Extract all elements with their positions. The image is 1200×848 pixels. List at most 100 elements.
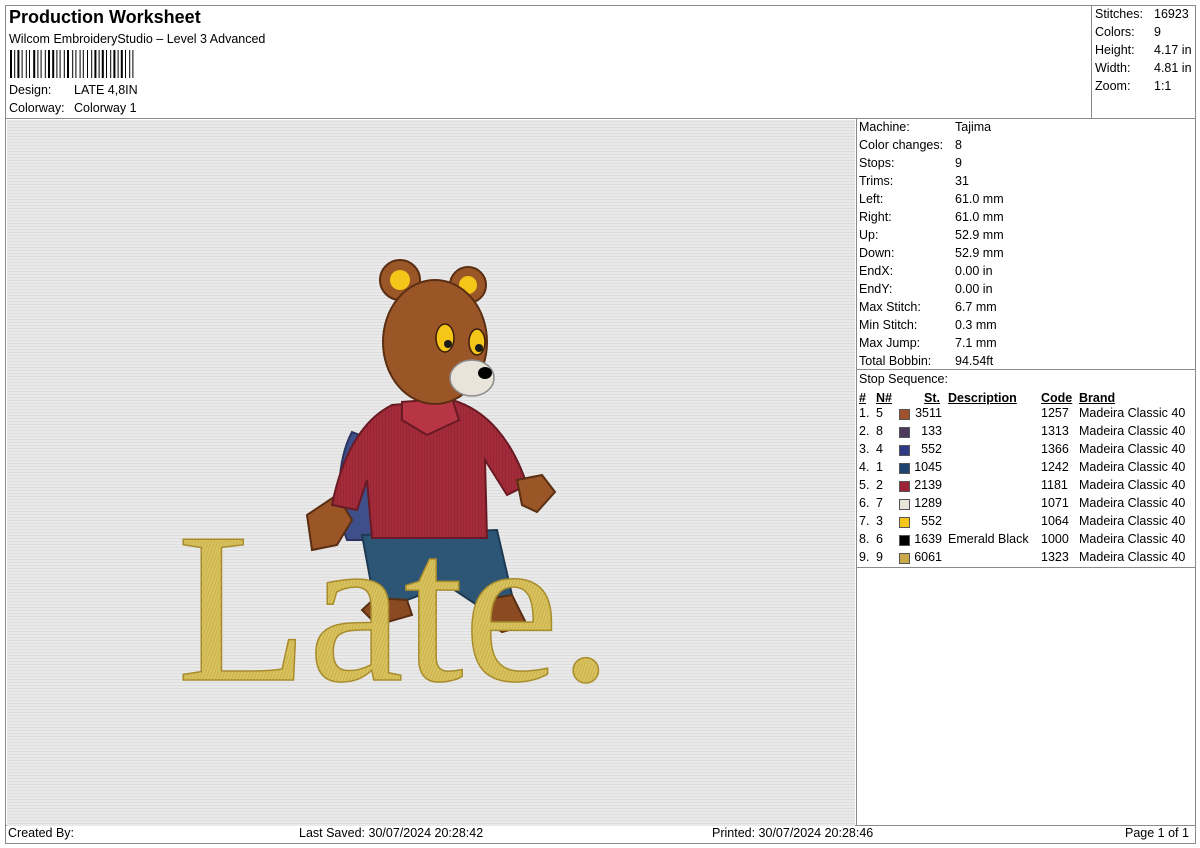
seq-stitches: 3511 bbox=[915, 406, 942, 420]
summary-label: Height: bbox=[1095, 43, 1135, 57]
summary-value: 9 bbox=[1154, 25, 1161, 39]
barcode-bar bbox=[87, 50, 88, 78]
stop-sequence-row: 8. 6 1639 Emerald Black 1000 Madeira Classic … bbox=[859, 532, 1194, 550]
barcode-bar bbox=[91, 50, 93, 78]
seq-brand: Madeira Classic 40 bbox=[1079, 514, 1186, 528]
barcode-bar bbox=[79, 50, 81, 78]
machine-info-label: EndY: bbox=[859, 282, 893, 296]
machine-info-row: Min Stitch: 0.3 mm bbox=[859, 318, 997, 332]
barcode-bar bbox=[98, 50, 100, 78]
seq-needle: 6 bbox=[876, 532, 883, 546]
seq-num: 9. bbox=[859, 550, 870, 564]
machine-info-value: Tajima bbox=[955, 120, 992, 134]
seq-code: 1181 bbox=[1041, 478, 1068, 492]
color-swatch bbox=[899, 535, 910, 546]
seq-stitches: 2139 bbox=[914, 478, 942, 492]
machine-info-value: 52.9 mm bbox=[955, 228, 1004, 242]
seq-code: 1064 bbox=[1041, 514, 1069, 528]
barcode-bar bbox=[56, 50, 58, 78]
machine-info-row: Right: 61.0 mm bbox=[859, 210, 1004, 224]
machine-info-value: 8 bbox=[955, 138, 962, 152]
seq-brand: Madeira Classic 40 bbox=[1079, 424, 1186, 438]
software-subtitle: Wilcom EmbroideryStudio – Level 3 Advanc… bbox=[9, 32, 266, 46]
color-swatch bbox=[899, 553, 910, 564]
machine-info-label: EndX: bbox=[859, 264, 894, 278]
machine-info-label: Total Bobbin: bbox=[859, 354, 932, 368]
summary-width: Width: 4.81 in bbox=[1095, 61, 1192, 75]
barcode-bar bbox=[125, 50, 126, 78]
machine-info-row: Trims: 31 bbox=[859, 174, 969, 188]
seq-description: Emerald Black bbox=[948, 532, 1029, 546]
footer-last-saved: Last Saved: 30/07/2024 20:28:42 bbox=[299, 826, 484, 840]
colorway-value: Colorway 1 bbox=[74, 101, 137, 115]
barcode-bar bbox=[37, 50, 39, 78]
summary-label: Stitches: bbox=[1095, 7, 1143, 21]
seq-num: 2. bbox=[859, 424, 870, 438]
design-label: Design: bbox=[9, 83, 52, 97]
design-value: LATE 4,8IN bbox=[74, 83, 138, 97]
seq-code: 1242 bbox=[1041, 460, 1069, 474]
machine-info-value: 94.54ft bbox=[955, 354, 994, 368]
machine-info-label: Max Jump: bbox=[859, 336, 921, 350]
barcode-bar bbox=[101, 50, 104, 78]
seq-needle: 5 bbox=[876, 406, 883, 420]
seq-needle: 1 bbox=[876, 460, 883, 474]
seq-needle: 4 bbox=[876, 442, 883, 456]
design-preview-canvas: Late. bbox=[7, 120, 855, 826]
machine-info-row: Left: 61.0 mm bbox=[859, 192, 1004, 206]
stop-sequence-row: 6. 7 1289 1071 Madeira Classic 40 bbox=[859, 496, 1194, 514]
seq-brand: Madeira Classic 40 bbox=[1079, 460, 1186, 474]
col-header-n: N# bbox=[876, 391, 892, 405]
machine-info-value: 9 bbox=[955, 156, 962, 170]
seq-stitches: 6061 bbox=[914, 550, 942, 564]
seq-brand: Madeira Classic 40 bbox=[1079, 532, 1186, 546]
col-header-st: St. bbox=[924, 391, 940, 405]
barcode-bar bbox=[120, 50, 123, 78]
seq-brand: Madeira Classic 40 bbox=[1079, 442, 1186, 456]
barcode-bar bbox=[48, 50, 50, 78]
seq-code: 1000 bbox=[1041, 532, 1069, 546]
seq-brand: Madeira Classic 40 bbox=[1079, 550, 1186, 564]
machine-info-label: Machine: bbox=[859, 120, 910, 134]
footer-created-by: Created By: bbox=[8, 826, 75, 840]
header-divider bbox=[5, 118, 1196, 119]
color-swatch bbox=[899, 463, 910, 474]
col-header-code: Code bbox=[1041, 391, 1073, 405]
seq-num: 1. bbox=[859, 406, 870, 420]
barcode-bar bbox=[52, 50, 55, 78]
seq-stitches: 1289 bbox=[914, 496, 942, 510]
machine-info-row: Max Stitch: 6.7 mm bbox=[859, 300, 997, 314]
seq-code: 1323 bbox=[1041, 550, 1069, 564]
seq-needle: 3 bbox=[876, 514, 883, 528]
summary-zoom: Zoom: 1:1 bbox=[1095, 79, 1171, 93]
machine-info-value: 52.9 mm bbox=[955, 246, 1004, 260]
barcode-bar bbox=[17, 50, 20, 78]
summary-colors: Colors: 9 bbox=[1095, 25, 1161, 39]
machine-info-row: Up: 52.9 mm bbox=[859, 228, 1004, 242]
barcode-bar bbox=[21, 50, 23, 78]
summary-divider bbox=[1091, 5, 1092, 118]
seq-num: 4. bbox=[859, 460, 870, 474]
machine-info-label: Up: bbox=[859, 228, 879, 242]
barcode-bar bbox=[40, 50, 42, 78]
barcode-image bbox=[10, 50, 134, 78]
machine-info-label: Max Stitch: bbox=[859, 300, 921, 314]
machine-info-value: 61.0 mm bbox=[955, 210, 1004, 224]
color-swatch bbox=[899, 481, 910, 492]
summary-value: 16923 bbox=[1154, 7, 1189, 21]
summary-label: Width: bbox=[1095, 61, 1131, 75]
barcode-bar bbox=[129, 50, 131, 78]
barcode-bar bbox=[67, 50, 69, 78]
color-swatch bbox=[899, 427, 910, 438]
barcode-bar bbox=[72, 50, 74, 78]
seq-code: 1071 bbox=[1041, 496, 1069, 510]
machine-info-value: 61.0 mm bbox=[955, 192, 1004, 206]
barcode-bar bbox=[59, 50, 61, 78]
barcode-bar bbox=[132, 50, 134, 78]
design-text-late: Late. bbox=[177, 488, 613, 727]
worksheet-title: Production Worksheet bbox=[9, 7, 201, 27]
machine-divider bbox=[856, 369, 1196, 370]
stop-sequence-row: 5. 2 2139 1181 Madeira Classic 40 bbox=[859, 478, 1194, 496]
barcode-bar bbox=[94, 50, 97, 78]
machine-info-row: Stops: 9 bbox=[859, 156, 962, 170]
